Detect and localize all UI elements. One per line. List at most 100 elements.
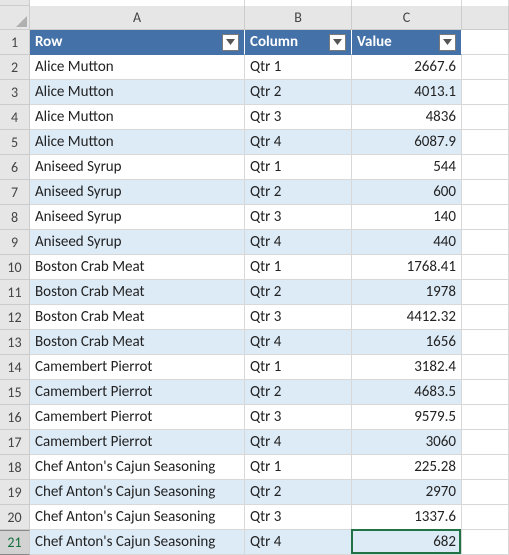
cell-row[interactable]: Camembert Pierrot: [30, 355, 245, 380]
row-header[interactable]: 19: [0, 480, 30, 505]
cell-row[interactable]: Chef Anton's Cajun Seasoning: [30, 505, 245, 530]
cell-row[interactable]: Boston Crab Meat: [30, 305, 245, 330]
cell-empty[interactable]: [462, 255, 509, 280]
cell-row[interactable]: Alice Mutton: [30, 130, 245, 155]
filter-button-value[interactable]: [439, 34, 456, 51]
row-header-1[interactable]: 1: [0, 30, 30, 55]
cell-row[interactable]: Aniseed Syrup: [30, 180, 245, 205]
cell-column[interactable]: Qtr 2: [245, 180, 352, 205]
row-header[interactable]: 4: [0, 105, 30, 130]
column-header-B[interactable]: B: [245, 6, 352, 30]
cell-column[interactable]: Qtr 3: [245, 205, 352, 230]
cell-value[interactable]: 2667.6: [352, 55, 462, 80]
cell-value[interactable]: 3060: [352, 430, 462, 455]
cell-value[interactable]: 140: [352, 205, 462, 230]
column-header-C[interactable]: C: [352, 6, 462, 30]
cell-column[interactable]: Qtr 2: [245, 80, 352, 105]
cell-row[interactable]: Aniseed Syrup: [30, 205, 245, 230]
row-header[interactable]: 15: [0, 380, 30, 405]
cell-value[interactable]: 1337.6: [352, 505, 462, 530]
row-header[interactable]: 7: [0, 180, 30, 205]
cell-empty[interactable]: [462, 55, 509, 80]
cell-value[interactable]: 4683.5: [352, 380, 462, 405]
column-header-A[interactable]: A: [30, 6, 245, 30]
row-header[interactable]: 21: [0, 530, 30, 555]
cell-value[interactable]: 600: [352, 180, 462, 205]
cell-empty[interactable]: [462, 280, 509, 305]
row-header[interactable]: 16: [0, 405, 30, 430]
cell-empty[interactable]: [462, 355, 509, 380]
cell-empty[interactable]: [462, 130, 509, 155]
cell-empty[interactable]: [462, 330, 509, 355]
row-header[interactable]: 5: [0, 130, 30, 155]
cell-column[interactable]: Qtr 2: [245, 480, 352, 505]
cell-column[interactable]: Qtr 2: [245, 380, 352, 405]
cell-empty[interactable]: [462, 205, 509, 230]
table-header-row[interactable]: Row: [30, 30, 245, 55]
row-header[interactable]: 9: [0, 230, 30, 255]
cell-column[interactable]: Qtr 3: [245, 505, 352, 530]
cell-row[interactable]: Chef Anton's Cajun Seasoning: [30, 530, 245, 555]
cell-column[interactable]: Qtr 4: [245, 530, 352, 555]
cell-empty[interactable]: [462, 155, 509, 180]
cell-row[interactable]: Boston Crab Meat: [30, 330, 245, 355]
cell-column[interactable]: Qtr 4: [245, 230, 352, 255]
cell-D1[interactable]: [462, 30, 509, 55]
filter-button-row[interactable]: [222, 34, 239, 51]
cell-value[interactable]: 4013.1: [352, 80, 462, 105]
cell-value[interactable]: 682: [352, 530, 462, 555]
cell-row[interactable]: Boston Crab Meat: [30, 255, 245, 280]
row-header[interactable]: 20: [0, 505, 30, 530]
cell-value[interactable]: 2970: [352, 480, 462, 505]
cell-row[interactable]: Alice Mutton: [30, 80, 245, 105]
column-header-blank[interactable]: [462, 6, 509, 30]
cell-value[interactable]: 1656: [352, 330, 462, 355]
cell-column[interactable]: Qtr 1: [245, 455, 352, 480]
cell-value[interactable]: 1768.41: [352, 255, 462, 280]
cell-empty[interactable]: [462, 380, 509, 405]
cell-column[interactable]: Qtr 1: [245, 155, 352, 180]
row-header[interactable]: 6: [0, 155, 30, 180]
cell-empty[interactable]: [462, 505, 509, 530]
row-header[interactable]: 8: [0, 205, 30, 230]
cell-empty[interactable]: [462, 105, 509, 130]
cell-row[interactable]: Chef Anton's Cajun Seasoning: [30, 455, 245, 480]
cell-empty[interactable]: [462, 305, 509, 330]
row-header[interactable]: 17: [0, 430, 30, 455]
select-all-corner[interactable]: [0, 6, 30, 30]
cell-row[interactable]: Boston Crab Meat: [30, 280, 245, 305]
cell-empty[interactable]: [462, 180, 509, 205]
cell-value[interactable]: 3182.4: [352, 355, 462, 380]
cell-value[interactable]: 225.28: [352, 455, 462, 480]
cell-value[interactable]: 4412.32: [352, 305, 462, 330]
cell-row[interactable]: Chef Anton's Cajun Seasoning: [30, 480, 245, 505]
row-header[interactable]: 14: [0, 355, 30, 380]
cell-column[interactable]: Qtr 2: [245, 280, 352, 305]
cell-column[interactable]: Qtr 4: [245, 430, 352, 455]
cell-value[interactable]: 1978: [352, 280, 462, 305]
cell-column[interactable]: Qtr 3: [245, 305, 352, 330]
table-header-value[interactable]: Value: [352, 30, 462, 55]
cell-column[interactable]: Qtr 3: [245, 405, 352, 430]
filter-button-column[interactable]: [329, 34, 346, 51]
table-header-column[interactable]: Column: [245, 30, 352, 55]
cell-column[interactable]: Qtr 3: [245, 105, 352, 130]
cell-empty[interactable]: [462, 530, 509, 555]
cell-row[interactable]: Camembert Pierrot: [30, 430, 245, 455]
cell-row[interactable]: Camembert Pierrot: [30, 380, 245, 405]
cell-value[interactable]: 544: [352, 155, 462, 180]
cell-empty[interactable]: [462, 455, 509, 480]
cell-empty[interactable]: [462, 480, 509, 505]
row-header[interactable]: 12: [0, 305, 30, 330]
cell-column[interactable]: Qtr 4: [245, 330, 352, 355]
cell-column[interactable]: Qtr 1: [245, 55, 352, 80]
row-header[interactable]: 18: [0, 455, 30, 480]
cell-row[interactable]: Camembert Pierrot: [30, 405, 245, 430]
cell-empty[interactable]: [462, 230, 509, 255]
cell-column[interactable]: Qtr 1: [245, 355, 352, 380]
cell-empty[interactable]: [462, 80, 509, 105]
row-header[interactable]: 13: [0, 330, 30, 355]
cell-value[interactable]: 4836: [352, 105, 462, 130]
cell-row[interactable]: Alice Mutton: [30, 55, 245, 80]
row-header[interactable]: 2: [0, 55, 30, 80]
